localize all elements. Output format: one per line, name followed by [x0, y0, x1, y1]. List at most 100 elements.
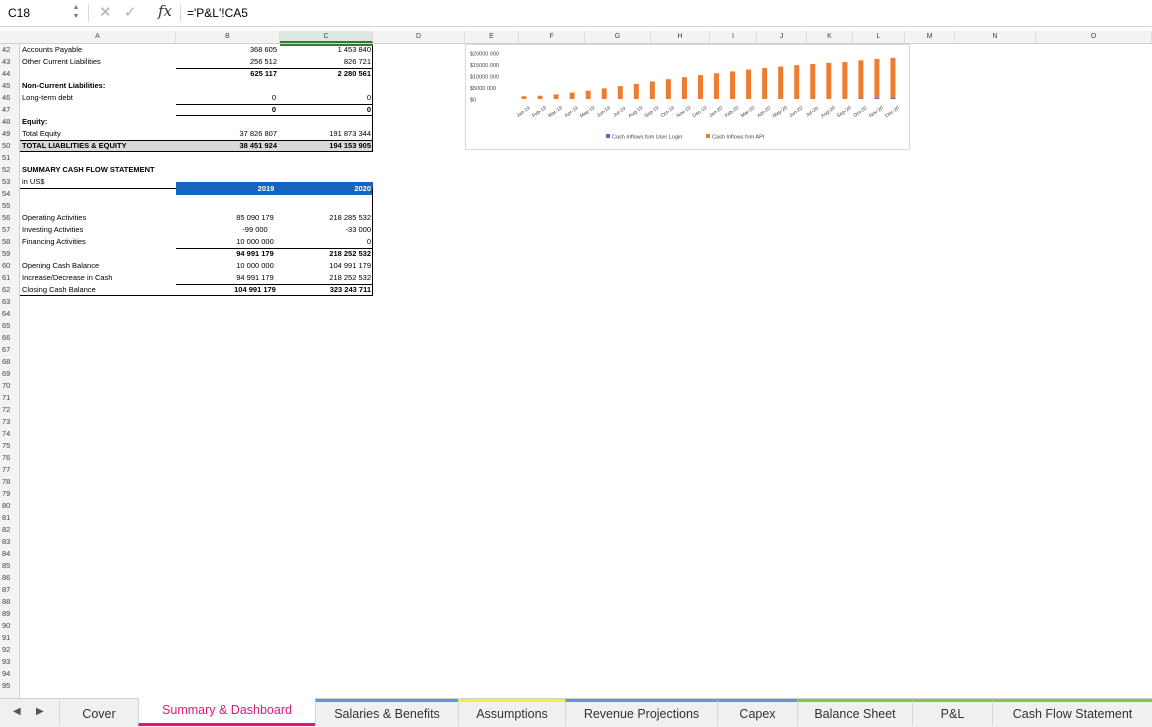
row-header-59[interactable]: 59: [0, 248, 18, 260]
row-header-74[interactable]: 74: [0, 428, 18, 440]
cell-2019-49[interactable]: 37 826 807: [176, 128, 277, 140]
row-header-42[interactable]: 42: [0, 44, 18, 56]
cell-2020-46[interactable]: 0: [280, 92, 371, 104]
cancel-icon[interactable]: ✕: [99, 3, 112, 21]
cell-2019-45[interactable]: [176, 80, 277, 92]
row-header-78[interactable]: 78: [0, 476, 18, 488]
cell-label-60[interactable]: Opening Cash Balance: [22, 260, 172, 272]
row-header-58[interactable]: 58: [0, 236, 18, 248]
bar-api-Feb-19[interactable]: [537, 95, 543, 99]
sheet-tab-p-l[interactable]: P&L: [912, 699, 992, 726]
row-header-51[interactable]: 51: [0, 152, 18, 164]
row-header-71[interactable]: 71: [0, 392, 18, 404]
cash-inflow-chart[interactable]: $20000 000 $15000 000 $10000 000 $5000 000 $…: [465, 44, 910, 150]
cell-label-61[interactable]: Increase/Decrease in Cash: [22, 272, 172, 284]
bar-api-Jun-19[interactable]: [601, 88, 607, 99]
cell-2020-59[interactable]: 218 252 532: [280, 248, 371, 260]
bar-api-Jul-19[interactable]: [617, 86, 623, 99]
bar-api-Apr-20[interactable]: [762, 67, 768, 99]
cell-2020-48[interactable]: [280, 116, 371, 128]
bar-user-login-Nov-20[interactable]: [874, 97, 880, 99]
column-header-h[interactable]: H: [651, 31, 710, 43]
next-sheet-icon[interactable]: ▶: [36, 706, 44, 717]
bar-api-Nov-20[interactable]: [874, 58, 880, 98]
confirm-icon[interactable]: ✓: [124, 3, 137, 21]
sheet-tab-revenue-projections[interactable]: Revenue Projections: [565, 699, 717, 726]
row-header-82[interactable]: 82: [0, 524, 18, 536]
column-header-d[interactable]: D: [373, 31, 465, 43]
row-header-43[interactable]: 43: [0, 56, 18, 68]
column-header-n[interactable]: N: [955, 31, 1036, 43]
row-header-47[interactable]: 47: [0, 104, 18, 116]
row-header-50[interactable]: 50: [0, 140, 18, 152]
column-header-l[interactable]: L: [853, 31, 905, 43]
row-header-56[interactable]: 56: [0, 212, 18, 224]
row-header-87[interactable]: 87: [0, 584, 18, 596]
column-header-f[interactable]: F: [519, 31, 585, 43]
bar-api-Apr-19[interactable]: [569, 92, 575, 99]
bar-api-May-19[interactable]: [585, 90, 591, 99]
row-header-79[interactable]: 79: [0, 488, 18, 500]
cell-label-44[interactable]: [22, 68, 172, 80]
column-header-j[interactable]: J: [757, 31, 807, 43]
row-header-70[interactable]: 70: [0, 380, 18, 392]
bar-api-Oct-19[interactable]: [665, 79, 671, 99]
cell-2019-42[interactable]: 368 605: [176, 44, 277, 56]
bar-api-Nov-19[interactable]: [681, 77, 687, 99]
row-header-89[interactable]: 89: [0, 608, 18, 620]
row-header-63[interactable]: 63: [0, 296, 18, 308]
sheet-tab-cash-flow-statement[interactable]: Cash Flow Statement: [992, 699, 1152, 726]
cell-label-56[interactable]: Operating Activities: [22, 212, 172, 224]
cell-label-45[interactable]: Non-Current Liabilities:: [22, 80, 172, 92]
row-header-86[interactable]: 86: [0, 572, 18, 584]
bar-api-Aug-19[interactable]: [633, 83, 639, 99]
row-header-80[interactable]: 80: [0, 500, 18, 512]
sheet-tab-assumptions[interactable]: Assumptions: [458, 699, 565, 726]
row-header-73[interactable]: 73: [0, 416, 18, 428]
row-header-69[interactable]: 69: [0, 368, 18, 380]
column-header-m[interactable]: M: [905, 31, 955, 43]
sheet-tab-balance-sheet[interactable]: Balance Sheet: [797, 699, 912, 726]
cell-label-48[interactable]: Equity:: [22, 116, 172, 128]
cell-2020-61[interactable]: 218 252 532: [280, 272, 371, 284]
column-header-a[interactable]: A: [20, 31, 176, 43]
column-header-e[interactable]: E: [465, 31, 519, 43]
prev-sheet-icon[interactable]: ◀: [13, 706, 21, 717]
row-header-57[interactable]: 57: [0, 224, 18, 236]
sheet-tab-capex[interactable]: Capex: [717, 699, 797, 726]
row-header-60[interactable]: 60: [0, 260, 18, 272]
cell-2019-44[interactable]: 625 117: [176, 68, 277, 80]
row-header-49[interactable]: 49: [0, 128, 18, 140]
cell-2020-43[interactable]: 826 721: [280, 56, 371, 68]
cell-2019-48[interactable]: [176, 116, 277, 128]
bar-user-login-Dec-20[interactable]: [890, 97, 896, 99]
cell-2020-60[interactable]: 104 991 179: [280, 260, 371, 272]
row-header-95[interactable]: 95: [0, 680, 18, 692]
row-header-54[interactable]: 54: [0, 188, 18, 200]
bar-api-Mar-20[interactable]: [746, 69, 752, 99]
row-header-65[interactable]: 65: [0, 320, 18, 332]
column-header-o[interactable]: O: [1036, 31, 1152, 43]
cell-2020-58[interactable]: 0: [280, 236, 371, 248]
cell-label-59[interactable]: [22, 248, 172, 260]
row-header-83[interactable]: 83: [0, 536, 18, 548]
cell-2020-49[interactable]: 191 873 344: [280, 128, 371, 140]
row-header-75[interactable]: 75: [0, 440, 18, 452]
cell-2020-57[interactable]: -33 000: [280, 224, 371, 236]
bar-user-login-Oct-20[interactable]: [858, 98, 864, 99]
column-header-b[interactable]: B: [176, 31, 280, 43]
column-header-g[interactable]: G: [585, 31, 651, 43]
column-header-c[interactable]: C: [280, 31, 373, 43]
bar-api-Dec-19[interactable]: [697, 75, 703, 99]
row-header-92[interactable]: 92: [0, 644, 18, 656]
bar-api-Oct-20[interactable]: [858, 60, 864, 99]
row-header-66[interactable]: 66: [0, 332, 18, 344]
bar-api-Dec-20[interactable]: [890, 57, 896, 98]
cell-label-57[interactable]: Investing Activities: [22, 224, 172, 236]
name-box-stepper-icon[interactable]: ▲ ▼: [70, 3, 82, 23]
row-header-67[interactable]: 67: [0, 344, 18, 356]
sheet-tab-cover[interactable]: Cover: [59, 699, 138, 726]
bar-api-Jun-20[interactable]: [794, 65, 800, 99]
bar-api-Jul-20[interactable]: [810, 64, 816, 99]
row-header-90[interactable]: 90: [0, 620, 18, 632]
